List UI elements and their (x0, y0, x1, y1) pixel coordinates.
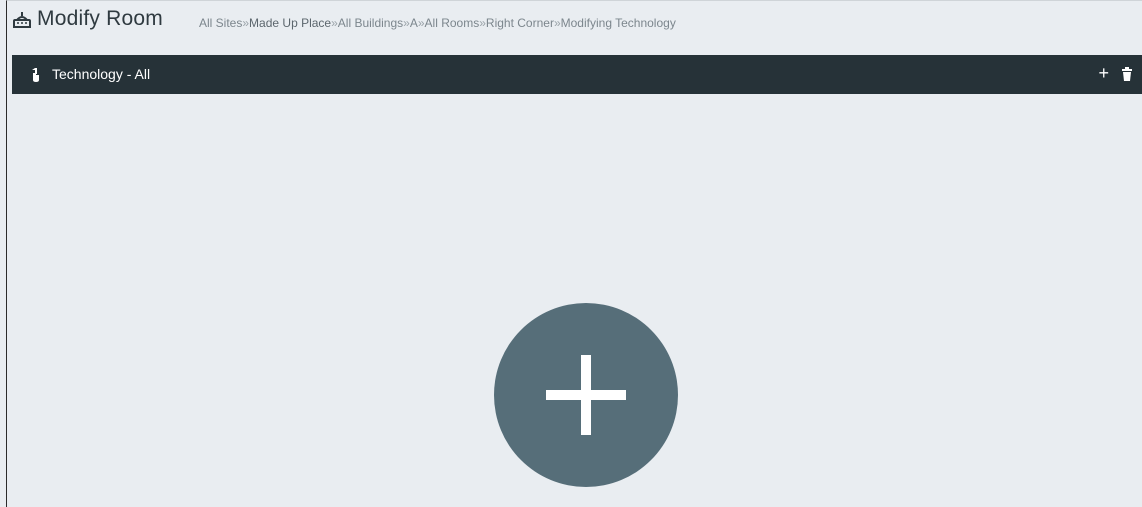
add-button[interactable] (494, 303, 678, 487)
page-title: Modify Room (37, 7, 163, 30)
page-frame: Modify Room All Sites»Made Up Place»All … (6, 0, 1142, 507)
breadcrumb-separator: » (479, 16, 486, 30)
trash-icon[interactable] (1121, 67, 1133, 81)
breadcrumb-separator: » (553, 16, 561, 30)
breadcrumb-item-room[interactable]: Right Corner (486, 16, 554, 30)
breadcrumb-separator: » (417, 16, 425, 30)
room-icon (13, 12, 31, 28)
panel-title: Technology - All (52, 66, 151, 82)
breadcrumb-item-all-rooms[interactable]: All Rooms (425, 16, 480, 30)
breadcrumb-item-current: Modifying Technology (560, 16, 676, 30)
breadcrumb-item-all-sites[interactable]: All Sites (199, 16, 242, 30)
technology-icon (32, 68, 39, 82)
breadcrumb-item-site[interactable]: Made Up Place (249, 16, 331, 30)
plus-icon (581, 355, 591, 435)
add-technology-button[interactable]: + (1098, 64, 1109, 82)
breadcrumb-item-all-buildings[interactable]: All Buildings (338, 16, 403, 30)
technology-panel-header: Technology - All + (12, 55, 1142, 94)
page-header: Modify Room All Sites»Made Up Place»All … (7, 1, 1142, 41)
breadcrumb-item-building[interactable]: A (410, 16, 418, 30)
breadcrumb: All Sites»Made Up Place»All Buildings»A»… (199, 16, 676, 30)
breadcrumb-separator: » (331, 16, 338, 30)
breadcrumb-separator: » (403, 16, 410, 30)
